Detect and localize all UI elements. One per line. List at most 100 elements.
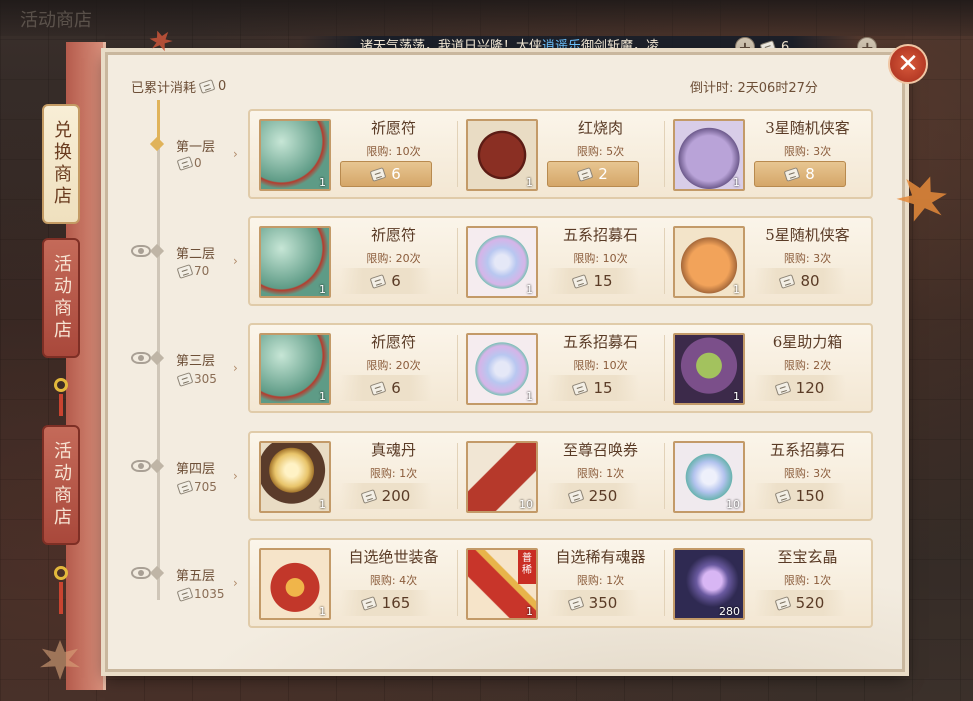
ticket-icon — [198, 79, 216, 94]
tier-label: 第二层 — [176, 247, 216, 262]
shop-item[interactable]: 1 祈愿符 限购: 20次 6 — [250, 218, 457, 304]
shop-item[interactable]: 1 红烧肉 限购: 5次 2 — [457, 111, 664, 197]
item-thumbnail[interactable]: 10 — [466, 441, 538, 513]
shop-item[interactable]: 1 5星随机侠客 限购: 3次 80 — [664, 218, 871, 304]
ticket-icon — [176, 479, 194, 495]
eye-icon[interactable] — [131, 567, 151, 579]
shop-item[interactable]: 10 五系招募石 限购: 3次 150 — [664, 433, 871, 519]
ticket-icon — [572, 380, 589, 396]
buy-button[interactable]: 8 — [754, 161, 846, 187]
tier-cost-value: 1035 — [194, 587, 225, 601]
purchase-limit: 限购: 1次 — [576, 467, 625, 480]
buy-button[interactable]: 6 — [340, 268, 432, 294]
tab-event-shop-1[interactable]: 活动商店 — [42, 238, 80, 358]
ticket-icon — [567, 595, 585, 611]
item-thumbnail[interactable]: 1 — [466, 226, 538, 298]
purchase-limit: 限购: 3次 — [783, 145, 832, 158]
tier-label: 第一层 — [176, 140, 216, 155]
ticket-icon — [369, 273, 387, 289]
item-price: 200 — [381, 487, 411, 505]
tier-label: 第五层 — [176, 569, 216, 584]
buy-button[interactable]: 15 — [547, 268, 639, 294]
shop-item[interactable]: 10 至尊召唤券 限购: 1次 250 — [457, 433, 664, 519]
shop-item[interactable]: 280 至宝玄晶 限购: 1次 520 — [664, 540, 871, 626]
tassel-ornament — [59, 394, 63, 416]
rarity-tag: 普稀 — [518, 550, 536, 584]
item-price: 120 — [795, 379, 825, 397]
total-spent: 已累计消耗 0 — [131, 77, 226, 96]
buy-button[interactable]: 165 — [340, 590, 432, 616]
item-thumbnail[interactable]: 1 — [466, 119, 538, 191]
shop-item[interactable]: 1 自选绝世装备 限购: 4次 165 — [250, 540, 457, 626]
item-thumbnail[interactable]: 1 — [259, 226, 331, 298]
chevron-right-icon: › — [233, 469, 238, 483]
eye-icon[interactable] — [131, 245, 151, 257]
item-thumbnail[interactable]: 1 — [259, 333, 331, 405]
item-thumbnail[interactable]: 1 — [259, 119, 331, 191]
tab-event-shop-2[interactable]: 活动商店 — [42, 425, 80, 545]
top-bar: 活动商店 — [0, 0, 973, 36]
tab-label: 活动商店 — [51, 441, 72, 529]
buy-button[interactable]: 250 — [547, 483, 639, 509]
item-quantity: 1 — [319, 283, 326, 296]
purchase-limit: 限购: 20次 — [366, 359, 421, 372]
purchase-limit: 限购: 5次 — [576, 145, 625, 158]
buy-button[interactable]: 520 — [754, 590, 846, 616]
purchase-limit: 限购: 3次 — [783, 252, 832, 265]
tier-cost-value: 705 — [194, 480, 217, 494]
buy-button[interactable]: 15 — [547, 375, 639, 401]
item-quantity: 10 — [726, 498, 740, 511]
shop-item[interactable]: 1 6星助力箱 限购: 2次 120 — [664, 325, 871, 411]
eye-icon[interactable] — [131, 352, 151, 364]
spent-label: 已累计消耗 — [131, 81, 197, 96]
shop-row: 1 真魂丹 限购: 1次 200 10 至尊召唤券 限购: 1次 250 10 … — [248, 431, 873, 521]
item-thumbnail[interactable]: 1 — [259, 441, 331, 513]
tier-cost-value: 305 — [194, 372, 217, 386]
item-price: 15 — [593, 272, 613, 290]
item-thumbnail[interactable]: 1 — [466, 333, 538, 405]
knot-ornament — [54, 566, 68, 580]
item-quantity: 1 — [319, 176, 326, 189]
item-thumbnail[interactable]: 280 — [673, 548, 745, 620]
item-thumbnail[interactable]: 1 — [673, 226, 745, 298]
tier-progress-line — [157, 100, 160, 600]
item-name: 自选绝世装备 — [348, 548, 439, 566]
item-name: 祈愿符 — [370, 226, 416, 244]
item-thumbnail[interactable]: 10 — [673, 441, 745, 513]
buy-button[interactable]: 6 — [340, 161, 432, 187]
buy-button[interactable]: 120 — [754, 375, 846, 401]
item-thumbnail[interactable]: 1 — [673, 333, 745, 405]
shop-row: 1 祈愿符 限购: 20次 6 1 五系招募石 限购: 10次 15 — [248, 216, 873, 306]
chevron-right-icon: › — [233, 254, 238, 268]
ticket-icon — [567, 488, 585, 504]
purchase-limit: 限购: 1次 — [369, 467, 418, 480]
item-price: 165 — [381, 594, 411, 612]
item-thumbnail[interactable]: 普稀 1 — [466, 548, 538, 620]
shop-item[interactable]: 1 祈愿符 限购: 20次 6 — [250, 325, 457, 411]
buy-button[interactable]: 200 — [340, 483, 432, 509]
tab-exchange-shop[interactable]: 兑换商店 — [42, 104, 80, 224]
item-price: 6 — [391, 272, 401, 290]
buy-button[interactable]: 350 — [547, 590, 639, 616]
tab-label: 活动商店 — [51, 254, 72, 342]
shop-item[interactable]: 1 五系招募石 限购: 10次 15 — [457, 218, 664, 304]
item-thumbnail[interactable]: 1 — [673, 119, 745, 191]
shop-item[interactable]: 普稀 1 自选稀有魂器 限购: 1次 350 — [457, 540, 664, 626]
close-button[interactable]: ✕ — [888, 44, 928, 84]
eye-icon[interactable] — [131, 460, 151, 472]
ticket-icon — [783, 166, 801, 182]
purchase-limit: 限购: 10次 — [366, 145, 421, 158]
shop-item[interactable]: 1 真魂丹 限购: 1次 200 — [250, 433, 457, 519]
tier-cost-value: 70 — [194, 264, 210, 278]
buy-button[interactable]: 150 — [754, 483, 846, 509]
buy-button[interactable]: 80 — [754, 268, 846, 294]
item-name: 五系招募石 — [769, 441, 845, 459]
item-name: 至宝玄晶 — [777, 548, 838, 566]
shop-item[interactable]: 1 祈愿符 限购: 10次 6 — [250, 111, 457, 197]
buy-button[interactable]: 6 — [340, 375, 432, 401]
chevron-right-icon: › — [233, 576, 238, 590]
shop-item[interactable]: 1 五系招募石 限购: 10次 15 — [457, 325, 664, 411]
item-thumbnail[interactable]: 1 — [259, 548, 331, 620]
shop-item[interactable]: 1 3星随机侠客 限购: 3次 8 — [664, 111, 871, 197]
buy-button[interactable]: 2 — [547, 161, 639, 187]
